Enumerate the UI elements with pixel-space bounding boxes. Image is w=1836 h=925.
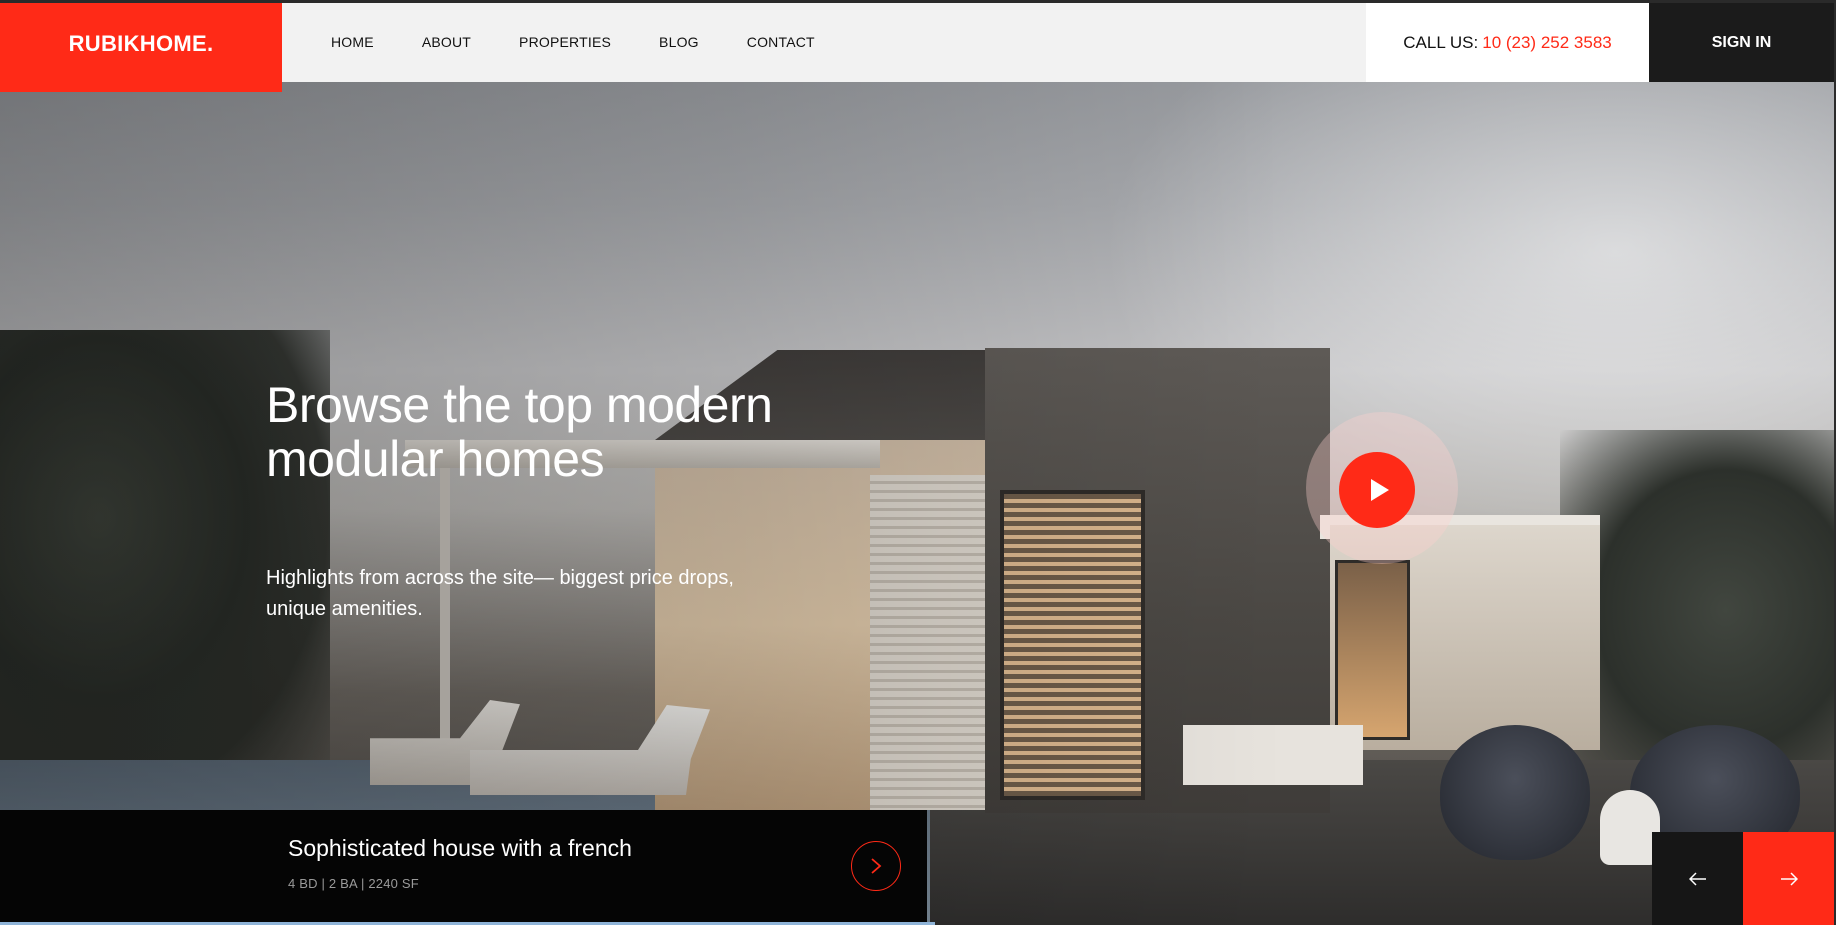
nav-item-properties[interactable]: PROPERTIES	[519, 34, 611, 50]
main-nav: HOME ABOUT PROPERTIES BLOG CONTACT	[282, 3, 1366, 82]
nav-item-home[interactable]: HOME	[331, 34, 374, 50]
nav-item-blog[interactable]: BLOG	[659, 34, 699, 50]
nav-item-about[interactable]: ABOUT	[422, 34, 471, 50]
play-video-button[interactable]	[1339, 452, 1415, 528]
hero-subtitle: Highlights from across the site— biggest…	[266, 567, 734, 620]
logo-text[interactable]: RUBIKHOME.	[69, 31, 214, 57]
slider-prev-button[interactable]	[1652, 832, 1743, 925]
nav-item-contact[interactable]: CONTACT	[747, 34, 815, 50]
play-icon	[1370, 479, 1389, 501]
arrow-right-icon	[1780, 871, 1798, 886]
featured-property-card: Sophisticated house with a french 4 BD |…	[0, 810, 927, 925]
phone-number[interactable]: 10 (23) 252 3583	[1482, 33, 1612, 53]
call-us-label: CALL US:	[1403, 32, 1479, 52]
property-meta: 4 BD | 2 BA | 2240 SF	[288, 876, 419, 891]
call-us: CALL US: 10 (23) 252 3583	[1366, 3, 1649, 82]
arrow-left-icon	[1688, 871, 1706, 886]
slider-next-button[interactable]	[1743, 832, 1834, 925]
sign-in-label: SIGN IN	[1711, 33, 1772, 51]
chevron-right-icon	[871, 858, 882, 874]
property-title[interactable]: Sophisticated house with a french	[288, 835, 632, 862]
hero-title: Browse the top modern modular homes	[266, 377, 773, 487]
logo[interactable]: RUBIKHOME.	[0, 3, 282, 92]
sign-in-button[interactable]: SIGN IN	[1649, 3, 1834, 82]
property-details-button[interactable]	[851, 841, 901, 891]
